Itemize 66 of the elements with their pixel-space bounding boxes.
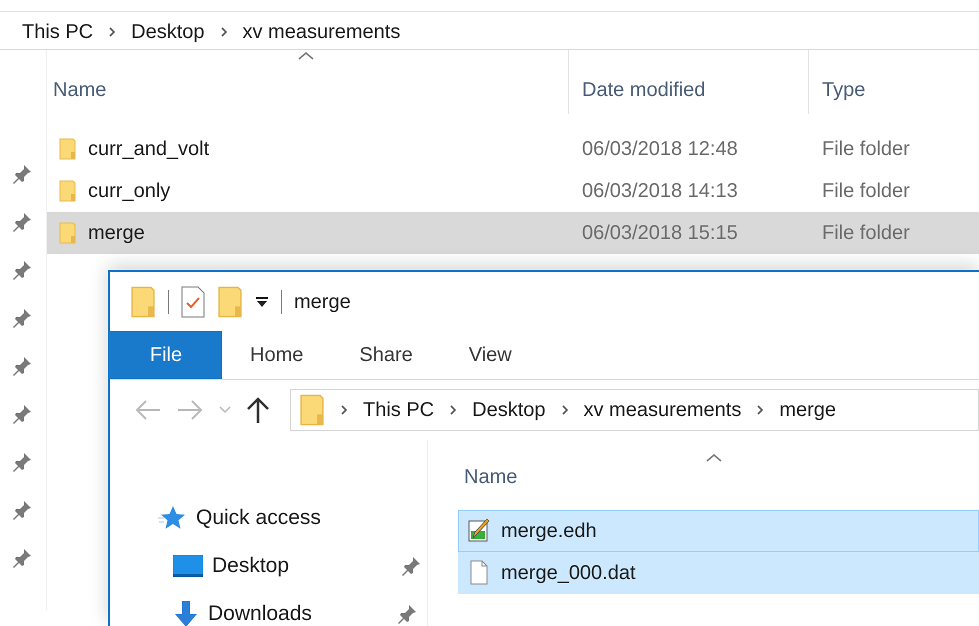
folder-icon (217, 286, 243, 318)
notepad-icon (467, 518, 491, 544)
folder-name[interactable]: curr_and_volt (88, 134, 210, 164)
chevron-icon (107, 26, 118, 38)
properties-icon (181, 286, 205, 318)
pin-icon (11, 499, 33, 521)
folder-name[interactable]: curr_only (88, 176, 170, 206)
address-item[interactable]: merge (779, 395, 836, 425)
type-text: File folder (822, 138, 910, 160)
pin-icon (11, 211, 33, 233)
forward-icon (176, 398, 204, 422)
chevron-down-icon (218, 405, 232, 415)
nav-item[interactable]: Downloads (208, 598, 388, 626)
back-icon (134, 398, 162, 422)
nav-item[interactable]: Desktop (212, 550, 392, 582)
folder-icon (59, 138, 76, 160)
dropdown-icon (255, 295, 269, 309)
address-bar[interactable]: This PC Desktop xv measurements merge (290, 389, 979, 431)
pin-icon (11, 403, 33, 425)
date-text: 06/03/2018 14:13 (582, 180, 738, 202)
date-text: 06/03/2018 12:48 (582, 138, 738, 160)
chevron-icon (218, 26, 228, 38)
ribbon-tab[interactable]: Share (331, 331, 441, 379)
chevron-icon (560, 404, 570, 416)
pin-icon (11, 355, 33, 377)
pin-icon (11, 307, 33, 329)
file-name[interactable]: merge.edh (501, 516, 597, 546)
ribbon-tab[interactable]: View (440, 331, 540, 379)
breadcrumb-item[interactable]: xv measurements (242, 16, 400, 46)
type-text: File folder (822, 180, 910, 202)
chevron-icon (339, 404, 349, 416)
address-item[interactable]: This PC (363, 395, 434, 425)
up-icon (246, 396, 270, 424)
address-item[interactable]: Desktop (472, 395, 546, 425)
folder-name[interactable]: merge (88, 218, 145, 248)
breadcrumb-item[interactable]: This PC (22, 16, 94, 46)
file-row[interactable]: merge_000.dat (458, 552, 979, 594)
nav-item[interactable]: Quick access (196, 502, 396, 534)
column-header[interactable]: Type (822, 75, 866, 105)
pin-icon (11, 259, 33, 281)
column-header[interactable]: Name (464, 466, 518, 488)
file-row[interactable]: merge.edh (458, 510, 979, 552)
ribbon-tab[interactable]: Home (222, 331, 332, 379)
column-header[interactable]: Date modified (582, 75, 706, 105)
pin-icon (11, 547, 33, 569)
download-arrow-icon (172, 600, 200, 626)
type-text: File folder (822, 222, 910, 244)
date-text: 06/03/2018 15:15 (582, 222, 738, 244)
folder-row[interactable]: merge 06/03/2018 15:15 File folder (47, 212, 979, 254)
address-item[interactable]: xv measurements (584, 395, 742, 425)
chevron-icon (448, 404, 458, 416)
folder-icon (59, 180, 76, 202)
file-name[interactable]: merge_000.dat (501, 558, 636, 588)
pin-icon (11, 163, 33, 185)
ribbon-tab[interactable]: File (110, 331, 222, 379)
folder-row[interactable]: curr_and_volt 06/03/2018 12:48 File folder (47, 128, 979, 170)
folder-icon (59, 222, 76, 244)
breadcrumb-item[interactable]: Desktop (131, 16, 204, 46)
folder-icon (299, 394, 325, 426)
folder-icon (130, 286, 156, 318)
monitor-icon (172, 552, 204, 580)
folder-row[interactable]: curr_only 06/03/2018 14:13 File folder (47, 170, 979, 212)
pin-icon (11, 451, 33, 473)
chevron-icon (755, 404, 766, 416)
window-title: merge (294, 290, 351, 315)
column-header[interactable]: Name (53, 75, 106, 105)
